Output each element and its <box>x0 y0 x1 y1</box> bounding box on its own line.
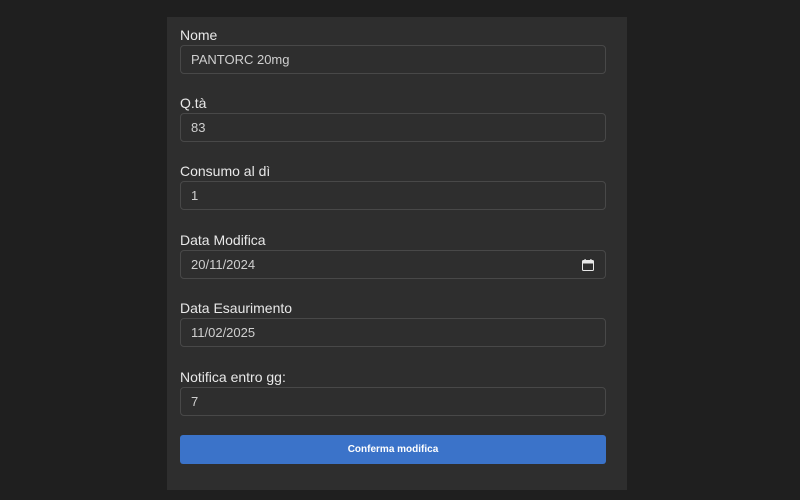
edit-form-panel: Nome Q.tà Consumo al dì Data Modifica <box>167 17 627 490</box>
data-esaurimento-input-box[interactable] <box>180 318 606 347</box>
consumo-label: Consumo al dì <box>180 163 271 179</box>
field-data-esaurimento: Data Esaurimento <box>180 300 606 347</box>
calendar-icon[interactable] <box>582 259 594 271</box>
field-consumo: Consumo al dì <box>180 163 606 210</box>
field-notifica: Notifica entro gg: <box>180 369 606 416</box>
quantita-input[interactable] <box>181 114 605 141</box>
consumo-input[interactable] <box>181 182 605 209</box>
nome-input[interactable] <box>181 46 605 73</box>
field-nome: Nome <box>180 27 606 74</box>
data-esaurimento-label: Data Esaurimento <box>180 300 293 316</box>
nome-label: Nome <box>180 27 218 43</box>
quantita-input-box[interactable] <box>180 113 606 142</box>
field-quantita: Q.tà <box>180 95 606 142</box>
field-data-modifica: Data Modifica <box>180 232 606 279</box>
data-modifica-label: Data Modifica <box>180 232 266 248</box>
nome-input-box[interactable] <box>180 45 606 74</box>
data-modifica-input[interactable] <box>181 251 605 278</box>
notifica-label: Notifica entro gg: <box>180 369 286 385</box>
consumo-input-box[interactable] <box>180 181 606 210</box>
data-esaurimento-input[interactable] <box>181 319 605 346</box>
quantita-label: Q.tà <box>180 95 207 111</box>
notifica-input-box[interactable] <box>180 387 606 416</box>
notifica-input[interactable] <box>181 388 605 415</box>
conferma-modifica-button[interactable]: Conferma modifica <box>180 435 606 464</box>
data-modifica-input-box[interactable] <box>180 250 606 279</box>
